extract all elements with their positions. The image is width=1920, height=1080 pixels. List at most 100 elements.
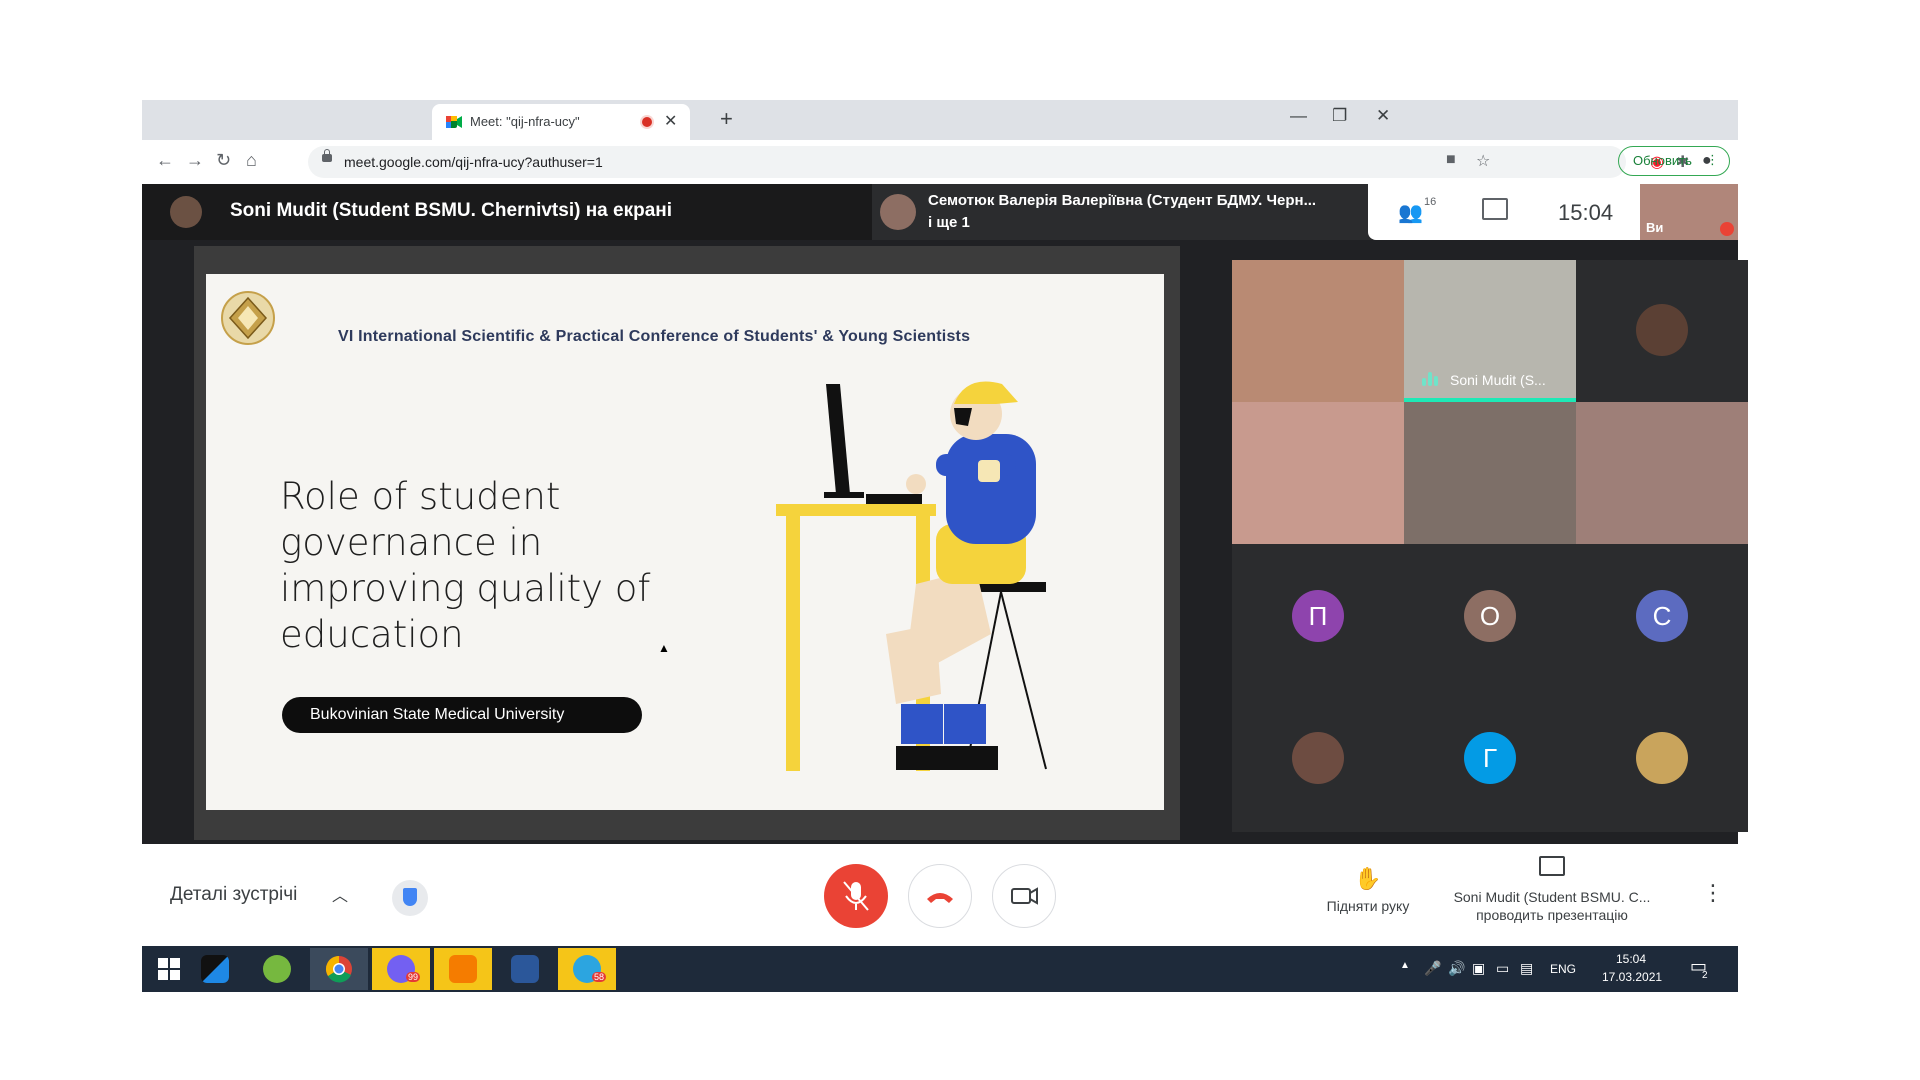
participant-tile[interactable]: [1576, 688, 1748, 830]
taskbar-app-5[interactable]: [434, 948, 492, 990]
participant-tile[interactable]: [1576, 402, 1748, 544]
chevron-up-icon[interactable]: ︿: [332, 882, 348, 906]
taskbar-viber[interactable]: 99: [372, 948, 430, 990]
tab-close-icon[interactable]: ✕: [664, 111, 677, 131]
tray-expand-icon[interactable]: ▲: [1400, 960, 1410, 971]
forward-icon[interactable]: →: [186, 150, 204, 171]
back-icon[interactable]: ←: [156, 150, 174, 171]
meet-area: Soni Mudit (Student BSMU. Chernivtsi) на…: [142, 184, 1748, 844]
presenter-name: Soni Mudit (Student BSMU. C...: [1453, 889, 1651, 905]
taskbar-telegram[interactable]: 58: [558, 948, 616, 990]
close-window-button[interactable]: ✕: [1376, 106, 1390, 126]
raise-hand-label: Підняти руку: [1326, 898, 1410, 914]
tray-network-icon[interactable]: ▤: [1520, 960, 1533, 977]
windows-start-icon[interactable]: [158, 958, 180, 980]
presenter-title: Soni Mudit (Student BSMU. Chernivtsi) на…: [230, 200, 673, 221]
taskbar-chrome[interactable]: [310, 948, 368, 990]
presenting-label: проводить презентацію: [1476, 907, 1628, 923]
hang-up-icon: [927, 893, 953, 903]
taskbar-app-1[interactable]: [186, 948, 244, 990]
update-menu-icon: ⋮: [1706, 152, 1719, 167]
bookmark-star-icon[interactable]: ☆: [1476, 151, 1490, 171]
reload-icon[interactable]: ↻: [216, 150, 231, 171]
participant-tile[interactable]: [1232, 260, 1404, 402]
recording-indicator-icon: [642, 117, 652, 127]
chrome-icon: [325, 955, 352, 983]
participant-tile-speaking[interactable]: Soni Mudit (S...: [1404, 260, 1576, 402]
meet-controls-bar: Деталі зустрічі ︿ ✋ Підняти руку Soni Mu…: [142, 844, 1738, 946]
muted-mic-icon: [1720, 222, 1734, 236]
university-pill: Bukovinian State Medical University: [282, 697, 642, 733]
participant-tile[interactable]: [1232, 688, 1404, 830]
chat-icon[interactable]: [1482, 198, 1508, 220]
more-options-button[interactable]: ⋮: [1702, 880, 1724, 906]
meeting-details-button[interactable]: Деталі зустрічі: [170, 884, 297, 906]
participant-photo-avatar: [1636, 732, 1688, 784]
self-view-tile[interactable]: Ви: [1640, 184, 1738, 240]
update-button[interactable]: Обновить ⋮: [1618, 146, 1730, 176]
hand-icon: ✋: [1354, 866, 1382, 891]
present-screen-icon: [1539, 856, 1565, 876]
windows-taskbar: 99 58 ▲ 🎤 🔊 ▣ ▭ ▤ ENG 15:04 17.03.2021 ▭…: [142, 946, 1738, 992]
tray-volume-icon[interactable]: 🔊: [1448, 960, 1465, 977]
participant-tile[interactable]: О: [1404, 546, 1576, 688]
leave-call-button[interactable]: [908, 864, 972, 928]
student-at-computer-illustration: [776, 381, 1047, 771]
meeting-clock: 15:04: [1558, 200, 1614, 225]
conference-title: VI International Scientific & Practical …: [338, 328, 971, 345]
taskbar-word[interactable]: [496, 948, 554, 990]
word-icon: [511, 955, 539, 983]
camera-toggle-button[interactable]: [992, 864, 1056, 928]
raise-hand-button[interactable]: ✋ Підняти руку: [1308, 866, 1428, 914]
speaker-name: Семотюк Валерія Валеріївна (Студент БДМУ…: [928, 192, 1317, 209]
participant-letter-avatar: П: [1292, 590, 1344, 642]
camera-permission-icon[interactable]: ■: [1446, 151, 1456, 169]
tab-title: Meet: "qij-nfra-ucy": [470, 114, 580, 129]
presentation-status[interactable]: Soni Mudit (Student BSMU. C... проводить…: [1432, 856, 1672, 923]
address-bar[interactable]: meet.google.com/qij-nfra-ucy?authuser=1 …: [308, 146, 1626, 178]
host-controls-shield-icon[interactable]: [392, 880, 428, 916]
microphone-toggle-button[interactable]: [824, 864, 888, 928]
presenter-avatar: [170, 196, 202, 228]
people-icon[interactable]: 👥: [1398, 200, 1423, 225]
participant-tile[interactable]: П: [1232, 546, 1404, 688]
participant-tile[interactable]: Г: [1404, 688, 1576, 830]
slide-heading: Role of student governance in improving …: [280, 475, 651, 656]
tray-app-icon[interactable]: ▣: [1472, 960, 1485, 977]
restore-button[interactable]: ❐: [1332, 106, 1347, 126]
participant-tile[interactable]: [1576, 260, 1748, 402]
camera-icon: [1011, 887, 1038, 905]
active-speaker-chip: Семотюк Валерія Валеріївна (Студент БДМУ…: [872, 184, 1372, 240]
lock-icon: [322, 149, 332, 162]
home-icon[interactable]: ⌂: [246, 150, 257, 171]
google-meet-icon: [446, 116, 462, 128]
browser-tab-meet[interactable]: Meet: "qij-nfra-ucy" ✕: [432, 104, 690, 140]
minimize-button[interactable]: —: [1290, 106, 1307, 126]
tray-language[interactable]: ENG: [1550, 962, 1576, 976]
tray-time[interactable]: 15:04: [1616, 952, 1646, 966]
url-text: meet.google.com/qij-nfra-ucy?authuser=1: [344, 154, 603, 170]
university-crest-logo: [221, 291, 275, 345]
people-count: 16: [1424, 196, 1437, 208]
participant-tile[interactable]: С: [1576, 546, 1748, 688]
participant-photo-avatar: [1292, 732, 1344, 784]
tray-date[interactable]: 17.03.2021: [1602, 970, 1662, 984]
mic-off-icon: [843, 881, 869, 911]
browser-toolbar: ← → ↻ ⌂ meet.google.com/qij-nfra-ucy?aut…: [142, 140, 1738, 184]
browser-tab-strip: Meet: "qij-nfra-ucy" ✕ + — ❐ ✕: [142, 100, 1738, 140]
participant-tile[interactable]: [1404, 402, 1576, 544]
taskbar-utorrent[interactable]: [248, 948, 306, 990]
new-tab-button[interactable]: +: [720, 106, 733, 132]
tray-battery-icon[interactable]: ▭: [1496, 960, 1509, 977]
speaker-avatar: [880, 194, 916, 230]
screen: Meet: "qij-nfra-ucy" ✕ + — ❐ ✕ ← → ↻ ⌂ m…: [142, 100, 1748, 992]
app-triangle-icon: [201, 955, 229, 983]
telegram-badge: 58: [592, 972, 607, 982]
mouse-cursor-icon: ▲: [658, 641, 670, 655]
meet-header-actions: 👥 16 15:04: [1368, 184, 1640, 240]
tray-mic-icon[interactable]: 🎤: [1424, 960, 1441, 977]
app-orange-icon: [449, 955, 477, 983]
notifications-count: 2: [1702, 970, 1708, 981]
participant-tile[interactable]: [1232, 402, 1404, 544]
participant-letter-avatar: О: [1464, 590, 1516, 642]
